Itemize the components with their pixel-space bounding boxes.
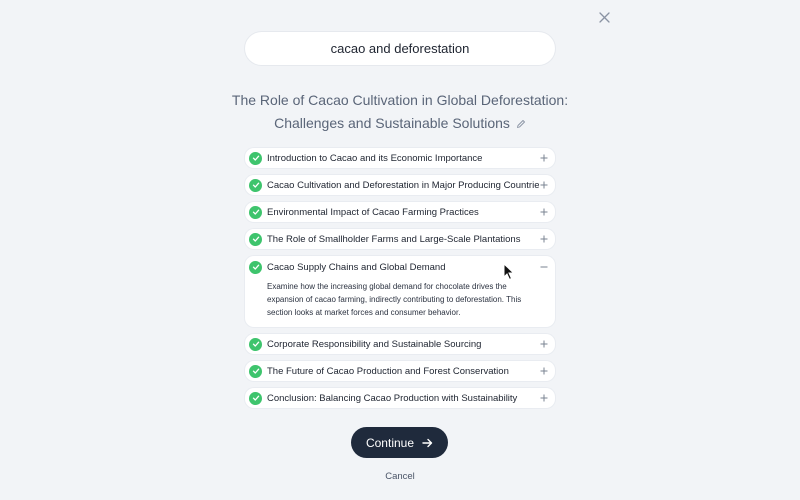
section-title: Corporate Responsibility and Sustainable…: [267, 338, 482, 350]
outline-section[interactable]: The Role of Smallholder Farms and Large-…: [245, 229, 555, 249]
outline-section[interactable]: The Future of Cacao Production and Fores…: [245, 361, 555, 381]
title-line-2: Challenges and Sustainable Solutions: [274, 115, 510, 131]
title-line-1: The Role of Cacao Cultivation in Global …: [231, 92, 569, 108]
plus-icon[interactable]: [539, 180, 549, 190]
plus-icon[interactable]: [539, 339, 549, 349]
check-icon[interactable]: [249, 337, 262, 351]
continue-label: Continue: [365, 435, 415, 450]
cancel-link[interactable]: Cancel: [370, 471, 430, 482]
section-title: The Role of Smallholder Farms and Large-…: [267, 233, 521, 245]
section-title: Cacao Cultivation and Deforestation in M…: [267, 179, 539, 191]
plus-icon[interactable]: [539, 234, 549, 244]
mouse-pointer-icon: [503, 262, 515, 281]
outline-section[interactable]: Environmental Impact of Cacao Farming Pr…: [245, 202, 555, 222]
section-title: Introduction to Cacao and its Economic I…: [267, 152, 483, 164]
page-title: The Role of Cacao Cultivation in Global …: [200, 89, 600, 136]
search-query-text: cacao and deforestation: [330, 41, 470, 56]
outline-section[interactable]: Cacao Cultivation and Deforestation in M…: [245, 175, 555, 195]
minus-icon[interactable]: [539, 262, 549, 272]
check-icon[interactable]: [249, 151, 262, 165]
outline-section[interactable]: Introduction to Cacao and its Economic I…: [245, 148, 555, 168]
check-icon[interactable]: [249, 232, 262, 246]
check-icon[interactable]: [249, 205, 262, 219]
check-icon[interactable]: [249, 391, 262, 405]
continue-button[interactable]: Continue: [351, 427, 448, 458]
search-query-field[interactable]: cacao and deforestation: [245, 32, 555, 65]
section-title: Cacao Supply Chains and Global Demand: [267, 261, 446, 273]
section-title: The Future of Cacao Production and Fores…: [267, 365, 509, 377]
plus-icon[interactable]: [539, 207, 549, 217]
arrow-right-icon: [422, 438, 433, 448]
plus-icon[interactable]: [539, 153, 549, 163]
section-title: Conclusion: Balancing Cacao Production w…: [267, 392, 518, 404]
pencil-edit-icon[interactable]: [516, 113, 526, 136]
section-description: Examine how the increasing global demand…: [267, 282, 522, 317]
plus-icon[interactable]: [539, 366, 549, 376]
plus-icon[interactable]: [539, 393, 549, 403]
check-icon[interactable]: [249, 178, 262, 192]
outline-list: Introduction to Cacao and its Economic I…: [245, 148, 555, 415]
check-icon[interactable]: [249, 260, 262, 274]
section-title: Environmental Impact of Cacao Farming Pr…: [267, 206, 479, 218]
close-icon[interactable]: [596, 9, 612, 25]
outline-section[interactable]: Corporate Responsibility and Sustainable…: [245, 334, 555, 354]
outline-section[interactable]: Conclusion: Balancing Cacao Production w…: [245, 388, 555, 408]
check-icon[interactable]: [249, 364, 262, 378]
